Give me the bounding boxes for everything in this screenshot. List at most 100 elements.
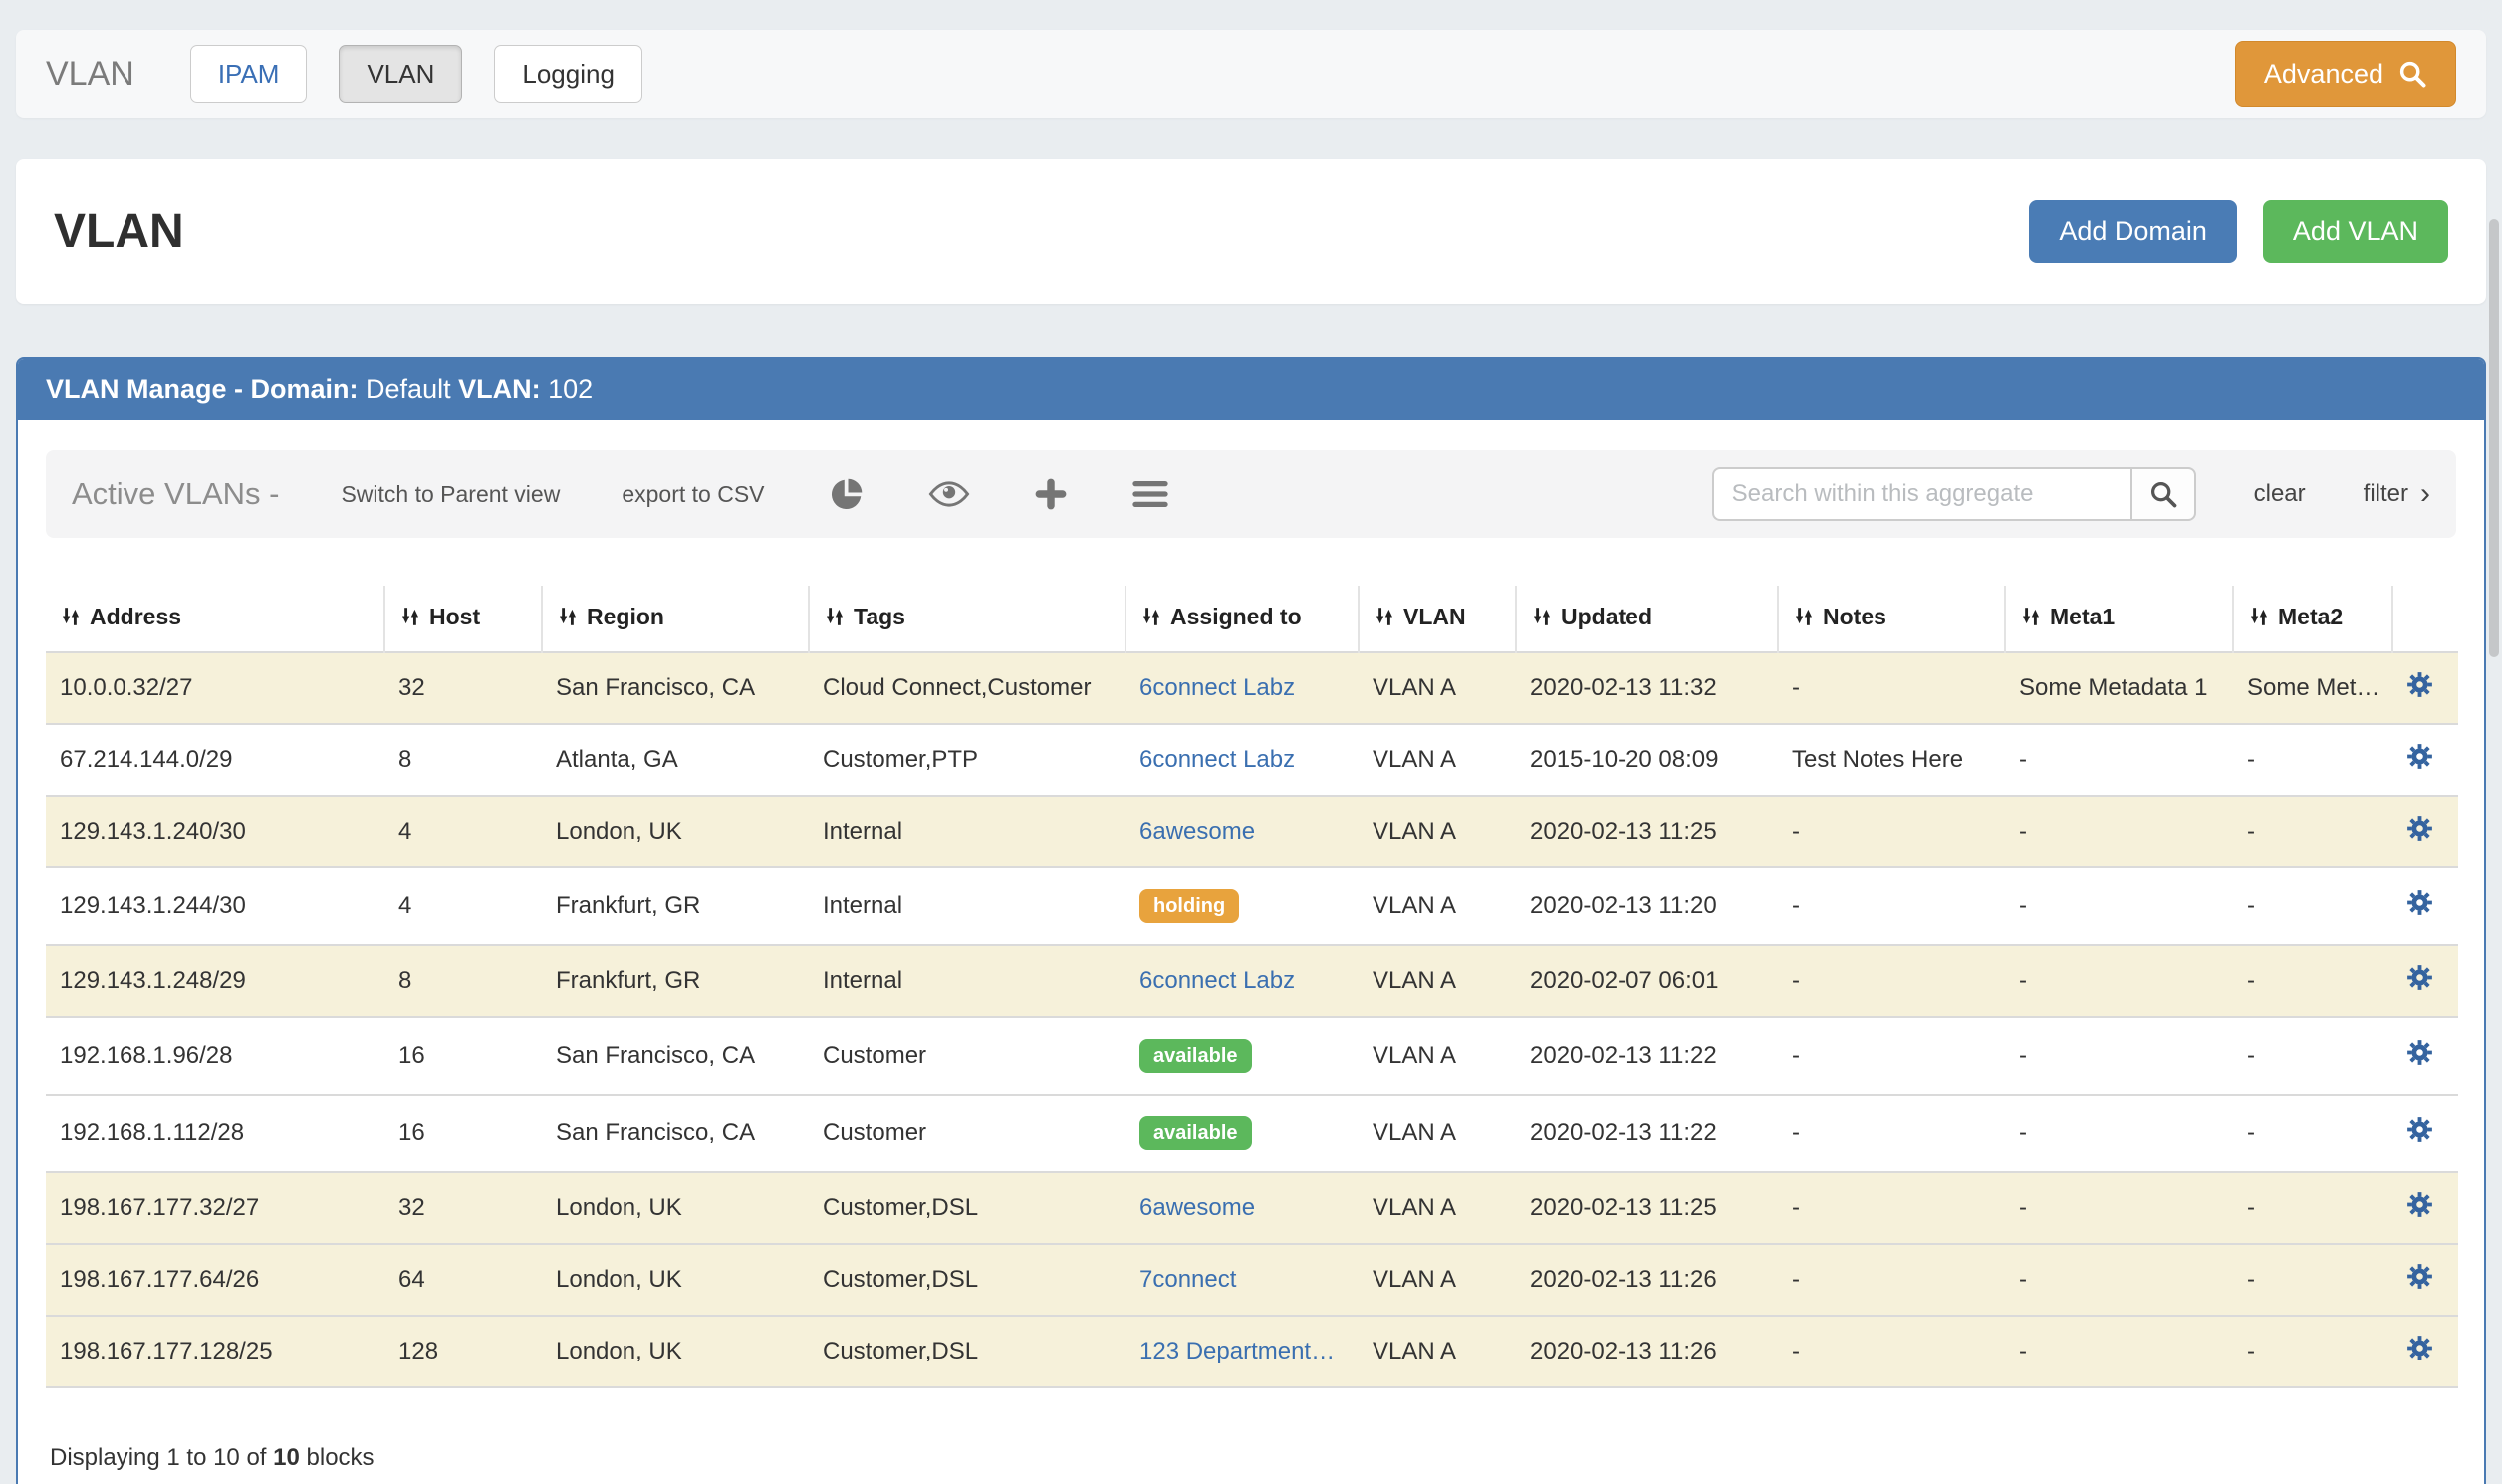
advanced-search-button[interactable]: Advanced <box>2235 41 2456 107</box>
cell-vlan: VLAN A <box>1359 652 1516 724</box>
cell-meta1: - <box>2005 945 2233 1017</box>
cell-meta2: - <box>2233 867 2392 945</box>
search-group <box>1712 467 2196 521</box>
menu-icon[interactable] <box>1131 479 1169 509</box>
column-header-meta2[interactable]: Meta2 <box>2233 586 2392 652</box>
nav-tab-vlan[interactable]: VLAN <box>339 45 462 103</box>
assigned-to-value[interactable]: 6connect Labz <box>1139 967 1295 994</box>
top-navbar: VLAN IPAM VLAN Logging Advanced <box>16 30 2486 118</box>
assigned-to-value[interactable]: 6awesome <box>1139 818 1255 845</box>
page-header: VLAN Add Domain Add VLAN <box>16 159 2486 304</box>
cell-notes: - <box>1778 796 2005 867</box>
clear-link[interactable]: clear <box>2254 480 2306 508</box>
cell-meta2: - <box>2233 945 2392 1017</box>
cell-updated: 2020-02-07 06:01 <box>1516 945 1778 1017</box>
plus-icon[interactable] <box>1034 477 1068 511</box>
cell-notes: - <box>1778 1095 2005 1172</box>
cell-meta1: - <box>2005 1244 2233 1316</box>
column-header-region[interactable]: Region <box>542 586 809 652</box>
pie-chart-icon[interactable] <box>829 476 865 512</box>
assigned-to-value: holding <box>1139 889 1239 923</box>
column-header-tags[interactable]: Tags <box>809 586 1126 652</box>
cell-meta1: - <box>2005 1095 2233 1172</box>
cell-notes: - <box>1778 652 2005 724</box>
vlan-table: Address Host Region Tags Assigned to VLA… <box>46 586 2458 1388</box>
column-header-address[interactable]: Address <box>46 586 384 652</box>
cell-address: 129.143.1.240/30 <box>46 796 384 867</box>
assigned-to-value[interactable]: 7connect <box>1139 1266 1236 1293</box>
cell-vlan: VLAN A <box>1359 1095 1516 1172</box>
gear-icon[interactable] <box>2406 815 2433 849</box>
cell-region: Atlanta, GA <box>542 724 809 796</box>
nav-tab-ipam[interactable]: IPAM <box>190 45 308 103</box>
gear-icon[interactable] <box>2406 1191 2433 1225</box>
gear-icon[interactable] <box>2406 671 2433 705</box>
cell-address: 67.214.144.0/29 <box>46 724 384 796</box>
cell-address: 198.167.177.128/25 <box>46 1316 384 1387</box>
cell-host: 32 <box>384 652 542 724</box>
column-header-notes[interactable]: Notes <box>1778 586 2005 652</box>
column-header-actions <box>2392 586 2458 652</box>
cell-address: 198.167.177.32/27 <box>46 1172 384 1244</box>
export-to-csv-link[interactable]: export to CSV <box>622 481 764 508</box>
vlan-table-body: 10.0.0.32/27 32 San Francisco, CA Cloud … <box>46 652 2458 1387</box>
filter-link[interactable]: filter › <box>2364 479 2430 509</box>
add-domain-button[interactable]: Add Domain <box>2029 200 2237 263</box>
sort-icon <box>399 606 421 633</box>
cell-tags: Customer <box>809 1017 1126 1095</box>
column-label: Address <box>90 604 181 629</box>
table-row: 129.143.1.248/29 8 Frankfurt, GR Interna… <box>46 945 2458 1017</box>
page-scrollbar[interactable] <box>2489 219 2499 657</box>
page-title: VLAN <box>54 204 184 259</box>
column-header-vlan[interactable]: VLAN <box>1359 586 1516 652</box>
eye-icon[interactable] <box>928 480 970 508</box>
cell-address: 129.143.1.244/30 <box>46 867 384 945</box>
table-row: 129.143.1.240/30 4 London, UK Internal 6… <box>46 796 2458 867</box>
gear-icon[interactable] <box>2406 964 2433 998</box>
page-header-actions: Add Domain Add VLAN <box>2029 200 2448 263</box>
cell-tags: Internal <box>809 945 1126 1017</box>
assigned-to-value[interactable]: 6awesome <box>1139 1194 1255 1221</box>
cell-host: 8 <box>384 945 542 1017</box>
assigned-to-value[interactable]: 123 Department… <box>1139 1338 1335 1364</box>
column-header-updated[interactable]: Updated <box>1516 586 1778 652</box>
gear-icon[interactable] <box>2406 889 2433 923</box>
search-input[interactable] <box>1712 467 2130 521</box>
switch-to-parent-view-link[interactable]: Switch to Parent view <box>341 481 560 508</box>
column-header-assigned-to[interactable]: Assigned to <box>1126 586 1359 652</box>
footer-suffix: blocks <box>300 1444 375 1471</box>
cell-assigned-to: available <box>1126 1095 1359 1172</box>
table-row: 198.167.177.64/26 64 London, UK Customer… <box>46 1244 2458 1316</box>
assigned-to-value: available <box>1139 1116 1252 1150</box>
add-vlan-button[interactable]: Add VLAN <box>2263 200 2448 263</box>
cell-vlan: VLAN A <box>1359 796 1516 867</box>
column-label: Meta1 <box>2050 604 2115 629</box>
cell-host: 32 <box>384 1172 542 1244</box>
cell-updated: 2020-02-13 11:25 <box>1516 796 1778 867</box>
cell-tags: Customer,DSL <box>809 1316 1126 1387</box>
cell-assigned-to: holding <box>1126 867 1359 945</box>
sort-icon <box>60 606 82 633</box>
gear-icon[interactable] <box>2406 1335 2433 1368</box>
cell-notes: Test Notes Here <box>1778 724 2005 796</box>
column-header-meta1[interactable]: Meta1 <box>2005 586 2233 652</box>
assigned-to-value[interactable]: 6connect Labz <box>1139 746 1295 773</box>
search-icon <box>2397 59 2427 89</box>
sort-icon <box>1531 606 1553 633</box>
gear-icon[interactable] <box>2406 1039 2433 1073</box>
chevron-right-icon: › <box>2420 479 2430 509</box>
nav-tab-logging[interactable]: Logging <box>494 45 642 103</box>
cell-address: 10.0.0.32/27 <box>46 652 384 724</box>
search-button[interactable] <box>2130 467 2196 521</box>
assigned-to-value[interactable]: 6connect Labz <box>1139 674 1295 701</box>
cell-meta2: Some Met… <box>2233 652 2392 724</box>
panel-header-vlan-value: 102 <box>541 374 594 405</box>
gear-icon[interactable] <box>2406 1263 2433 1297</box>
gear-icon[interactable] <box>2406 1116 2433 1150</box>
cell-meta2: - <box>2233 1316 2392 1387</box>
cell-notes: - <box>1778 945 2005 1017</box>
gear-icon[interactable] <box>2406 743 2433 777</box>
column-header-host[interactable]: Host <box>384 586 542 652</box>
cell-vlan: VLAN A <box>1359 724 1516 796</box>
cell-meta1: - <box>2005 1172 2233 1244</box>
